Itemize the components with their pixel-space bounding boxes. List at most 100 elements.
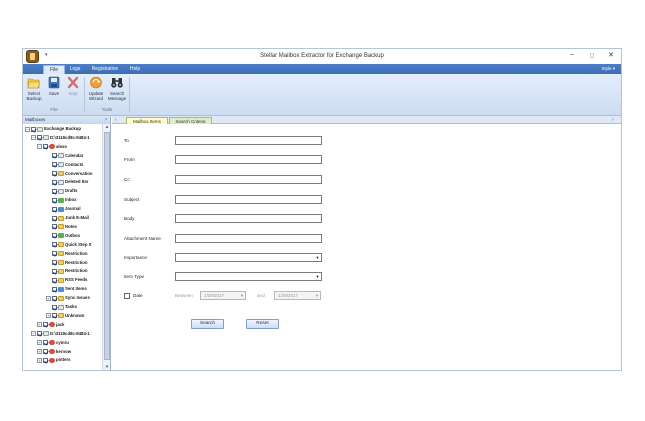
tree-node-checkbox[interactable]: [52, 268, 57, 274]
expand-icon[interactable]: +: [46, 313, 51, 319]
tree-node-checkbox[interactable]: [52, 179, 57, 185]
minimize-button[interactable]: –: [566, 51, 578, 58]
tree-node[interactable]: Notes: [46, 223, 77, 231]
tree-node-checkbox[interactable]: [43, 340, 48, 346]
tree-node-checkbox[interactable]: [43, 357, 48, 363]
collapse-icon[interactable]: −: [31, 135, 36, 141]
tab-search-criteria[interactable]: Search Criteria: [169, 117, 212, 124]
expand-icon[interactable]: +: [46, 295, 51, 301]
expand-icon[interactable]: +: [37, 340, 42, 346]
tree-node[interactable]: − Exchange Backup: [25, 125, 81, 133]
tree-node-checkbox[interactable]: [37, 331, 42, 337]
tree-node-checkbox[interactable]: [43, 322, 48, 328]
tree-node-checkbox[interactable]: [52, 242, 57, 248]
tree-node-checkbox[interactable]: [52, 224, 57, 230]
date-to-picker[interactable]: 1/29/2017 ▼: [274, 291, 321, 300]
date-checkbox[interactable]: [124, 293, 130, 299]
tree-node[interactable]: Sent Items: [46, 285, 87, 293]
search-message-button[interactable]: Search Message: [107, 76, 127, 101]
scroll-down-icon[interactable]: ▾: [103, 364, 111, 370]
tree-node[interactable]: Outbox: [46, 232, 80, 240]
tree-node[interactable]: + kernow: [37, 348, 71, 356]
subject-label: Subject: [124, 197, 140, 202]
tree-node[interactable]: Contacts: [46, 161, 83, 169]
tab-scroll-left-icon[interactable]: ‹: [115, 116, 117, 124]
style-dropdown[interactable]: Style ▾: [601, 66, 615, 72]
from-input[interactable]: [175, 155, 322, 164]
tree-node[interactable]: Restriction: [46, 259, 87, 267]
tree-node-checkbox[interactable]: [52, 277, 57, 283]
scroll-up-icon[interactable]: ▴: [103, 124, 111, 131]
expand-icon[interactable]: +: [37, 322, 42, 328]
select-backup-button[interactable]: Select Backup: [25, 76, 43, 101]
tree-node[interactable]: Inbox: [46, 196, 76, 204]
tree-node-checkbox[interactable]: [31, 126, 36, 132]
maximize-button[interactable]: ▢: [586, 53, 598, 59]
tree-node[interactable]: − D:\3119cd8c-9484-1: [31, 134, 90, 142]
tree-node-checkbox[interactable]: [52, 153, 57, 159]
tree-node[interactable]: + potters: [37, 356, 71, 364]
to-input[interactable]: [175, 136, 322, 145]
cc-input[interactable]: [175, 175, 322, 184]
scrollbar-thumb[interactable]: [104, 132, 110, 360]
update-wizard-button[interactable]: Update Wizard: [86, 76, 106, 101]
reset-button[interactable]: Reset: [246, 319, 279, 329]
expand-icon[interactable]: +: [37, 349, 42, 354]
tree-node-checkbox[interactable]: [37, 135, 42, 141]
tree-node[interactable]: RSS Feeds: [46, 276, 87, 284]
collapse-icon[interactable]: −: [37, 144, 42, 150]
tree-node-checkbox[interactable]: [52, 162, 57, 168]
tree-node-checkbox[interactable]: [52, 215, 57, 221]
tree-node-checkbox[interactable]: [52, 260, 57, 265]
tree-node[interactable]: Tasks: [46, 303, 77, 311]
body-input[interactable]: [175, 214, 322, 223]
tree-node[interactable]: + cymru: [37, 339, 69, 347]
tab-scroll-right-icon[interactable]: ›: [612, 116, 614, 124]
close-button[interactable]: ✕: [605, 51, 617, 59]
tree-node[interactable]: − D:\3119cd8c-9484-1: [31, 330, 90, 338]
tab-mailbox-items[interactable]: Mailbox Items: [126, 117, 168, 124]
save-button[interactable]: Save: [46, 76, 62, 96]
tree-node-checkbox[interactable]: [52, 197, 57, 203]
subject-input[interactable]: [175, 195, 322, 204]
tree-node-checkbox[interactable]: [43, 144, 48, 150]
tree-node[interactable]: Drafts: [46, 187, 77, 195]
tree-node[interactable]: Conversation: [46, 170, 92, 178]
tree-node[interactable]: Calendar: [46, 152, 83, 160]
stop-button[interactable]: Stop: [65, 76, 81, 96]
tab-help[interactable]: Help: [127, 65, 143, 74]
tab-logs[interactable]: Logs: [67, 65, 83, 74]
tree-node[interactable]: Quick Step S: [46, 241, 92, 249]
tree-node-checkbox[interactable]: [52, 286, 57, 292]
pin-icon[interactable]: ᵖ: [105, 116, 107, 124]
collapse-icon[interactable]: −: [31, 331, 36, 337]
tree-node-checkbox[interactable]: [52, 233, 57, 239]
importance-select[interactable]: ▼: [175, 253, 322, 262]
tree-node[interactable]: Junk E-Mail: [46, 214, 89, 222]
collapse-icon[interactable]: −: [25, 126, 30, 132]
tab-file[interactable]: File: [43, 65, 65, 74]
tree-node[interactable]: + Unknown: [46, 312, 84, 320]
expand-icon[interactable]: +: [37, 357, 42, 363]
tree-scrollbar[interactable]: ▴ ▾: [102, 124, 111, 370]
attachment-name-input[interactable]: [175, 234, 322, 243]
search-button[interactable]: Search: [191, 319, 224, 329]
tree-node-checkbox[interactable]: [52, 171, 57, 176]
tree-node-checkbox[interactable]: [52, 206, 57, 212]
tree-node-checkbox[interactable]: [52, 251, 57, 257]
tree-node[interactable]: Restriction: [46, 267, 87, 275]
tree-node-checkbox[interactable]: [52, 295, 57, 301]
tree-node[interactable]: Deleted Iter: [46, 178, 88, 186]
tree-node-checkbox[interactable]: [52, 313, 57, 319]
tree-node[interactable]: Journal: [46, 205, 81, 213]
tree-node[interactable]: − alexo: [37, 143, 67, 151]
date-from-picker[interactable]: 1/29/2017 ▼: [200, 291, 246, 300]
tree-node-checkbox[interactable]: [43, 349, 48, 354]
tree-node-checkbox[interactable]: [52, 188, 57, 194]
tab-registration[interactable]: Registration: [87, 65, 123, 74]
tree-node[interactable]: + Sync Issues: [46, 294, 90, 302]
item-type-select[interactable]: ▼: [175, 272, 322, 281]
tree-node[interactable]: + jack: [37, 321, 64, 329]
tree-node[interactable]: Restriction: [46, 250, 87, 258]
tree-node-checkbox[interactable]: [52, 304, 57, 310]
